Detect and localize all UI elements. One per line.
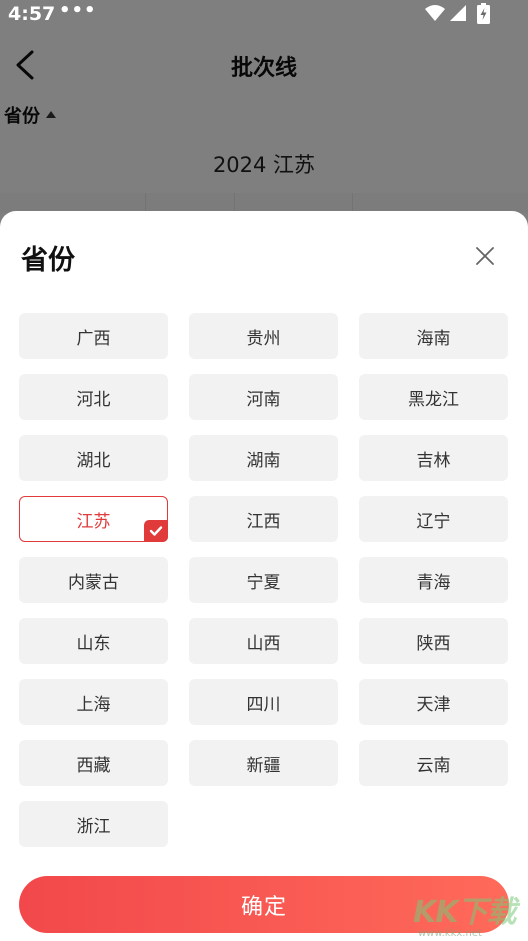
battery-charging-icon (477, 3, 490, 24)
province-chip[interactable]: 四川 (189, 679, 338, 725)
province-chip[interactable]: 山西 (189, 618, 338, 664)
province-chip[interactable]: 青海 (359, 557, 508, 603)
province-chip-label: 湖南 (246, 450, 281, 471)
province-chip[interactable]: 天津 (359, 679, 508, 725)
province-chip[interactable]: 云南 (359, 740, 508, 786)
province-chip-label: 青海 (416, 572, 451, 593)
province-chip-label: 黑龙江 (408, 389, 459, 410)
province-chip[interactable]: 上海 (19, 679, 168, 725)
signal-icon (450, 5, 466, 21)
province-chip-label: 江苏 (76, 511, 111, 532)
province-chip[interactable]: 吉林 (359, 435, 508, 481)
province-chip-label: 新疆 (246, 755, 281, 776)
province-chip-label: 陕西 (416, 633, 451, 654)
province-chip[interactable]: 宁夏 (189, 557, 338, 603)
province-chip[interactable]: 河北 (19, 374, 168, 420)
province-chip-label: 山东 (76, 633, 111, 654)
province-chip[interactable]: 广西 (19, 313, 168, 359)
watermark-logo-text: KK下载 (413, 895, 516, 930)
province-chip[interactable]: 内蒙古 (19, 557, 168, 603)
province-chip[interactable]: 西藏 (19, 740, 168, 786)
province-chip-label: 西藏 (76, 755, 111, 776)
wifi-icon (425, 5, 445, 21)
province-picker-sheet: 省份 广西 贵州 海南河北 河南 黑龙江湖北 湖南 吉林江苏 江西 辽宁内蒙古 宁夏 青海山东 山西 陕… (0, 211, 528, 941)
province-chip-label: 山西 (246, 633, 281, 654)
province-chip-label: 河南 (246, 389, 281, 410)
province-chip-label: 河北 (76, 389, 111, 410)
province-chip[interactable]: 贵州 (189, 313, 338, 359)
province-chip[interactable]: 浙江 (19, 801, 168, 847)
province-chip-label: 海南 (416, 328, 451, 349)
province-chip-label: 广西 (76, 328, 111, 349)
province-chip-label: 内蒙古 (68, 572, 119, 593)
province-chip[interactable]: 河南 (189, 374, 338, 420)
province-chip[interactable]: 湖南 (189, 435, 338, 481)
status-more-dots: ••• (59, 0, 97, 21)
province-chip-label: 宁夏 (246, 572, 281, 593)
close-icon[interactable] (474, 245, 496, 267)
watermark-url: www.kkx.net (418, 928, 482, 939)
province-chip-label: 四川 (246, 694, 281, 715)
status-time: 4:57 (8, 3, 56, 25)
status-bar-foreground: 4:57 ••• (0, 0, 528, 30)
province-chip-label: 湖北 (76, 450, 111, 471)
province-chip-label: 江西 (246, 511, 281, 532)
province-chip[interactable]: 湖北 (19, 435, 168, 481)
sheet-title: 省份 (21, 245, 75, 276)
province-chip[interactable]: 辽宁 (359, 496, 508, 542)
province-chip-label: 辽宁 (416, 511, 451, 532)
province-chip[interactable]: 陕西 (359, 618, 508, 664)
province-chip-label: 天津 (416, 694, 451, 715)
province-chip[interactable]: 黑龙江 (359, 374, 508, 420)
province-chip[interactable]: 新疆 (189, 740, 338, 786)
province-chip-label: 云南 (416, 755, 451, 776)
province-chip-label: 上海 (76, 694, 111, 715)
province-chip-label: 吉林 (416, 450, 451, 471)
province-chip-label: 浙江 (76, 816, 111, 837)
province-chip-label: 贵州 (246, 328, 281, 349)
province-chip[interactable]: 海南 (359, 313, 508, 359)
checkmark-icon (144, 520, 168, 542)
province-chip[interactable]: 江西 (189, 496, 338, 542)
province-chip[interactable]: 江苏 (19, 496, 168, 542)
province-grid: 广西 贵州 海南河北 河南 黑龙江湖北 湖南 吉林江苏 江西 辽宁内蒙古 宁夏 青海山东 山西 陕西上海… (19, 313, 509, 847)
province-chip[interactable]: 山东 (19, 618, 168, 664)
